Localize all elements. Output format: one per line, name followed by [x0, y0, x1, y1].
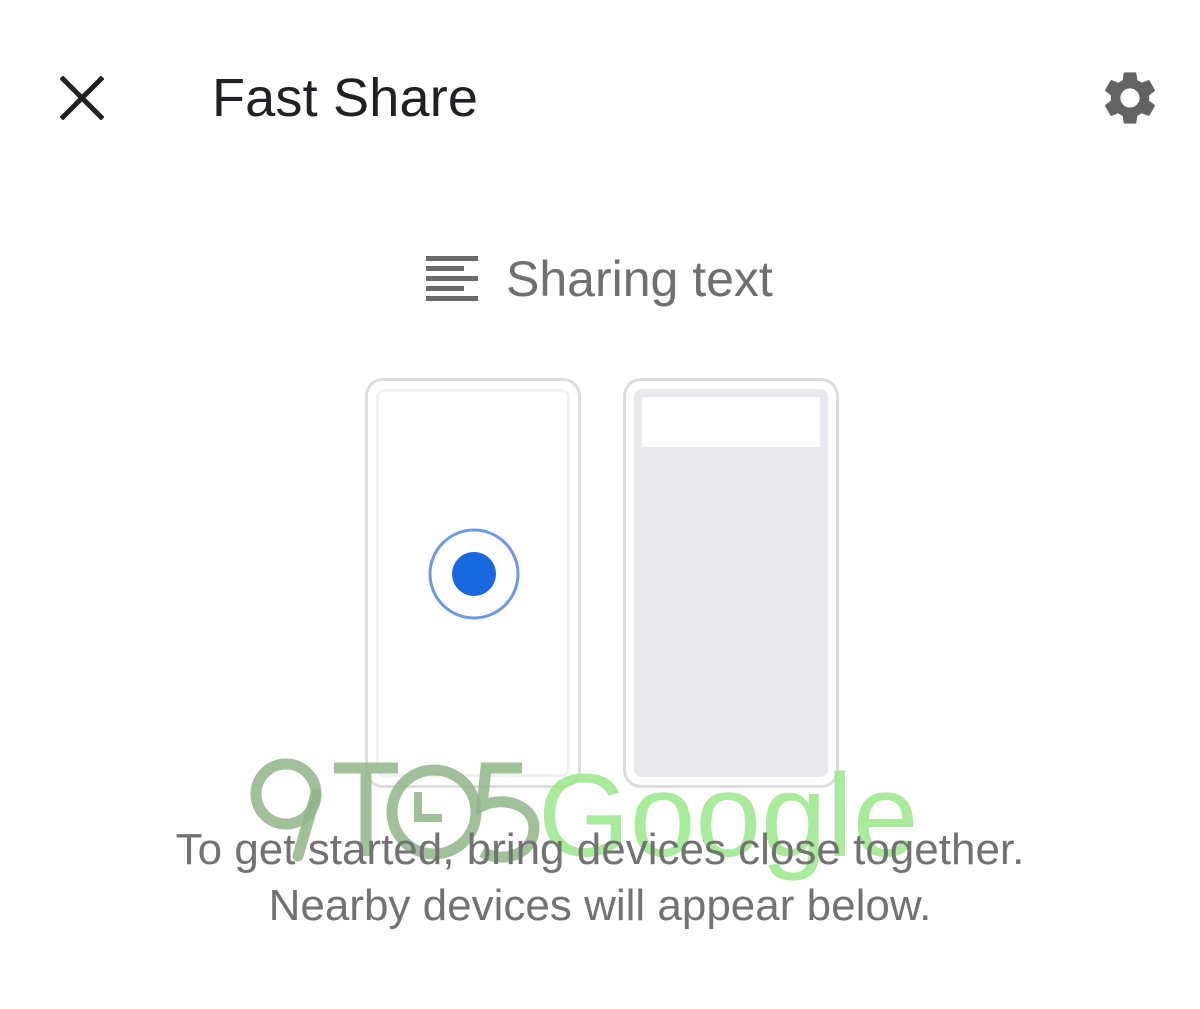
sharing-label: Sharing text [506, 251, 773, 307]
instructions-line-2: Nearby devices will appear below. [268, 881, 932, 930]
fast-share-screen: Fast Share Sharing text Google To get st… [0, 0, 1200, 1009]
sender-indicator-icon [428, 528, 520, 620]
instructions-line-1: To get started, bring devices close toge… [175, 825, 1025, 874]
receiver-phone-illustration [623, 378, 839, 788]
page-title: Fast Share [212, 68, 479, 128]
close-button[interactable] [46, 62, 118, 134]
receiver-notification-bar [642, 397, 820, 447]
text-lines-icon [426, 256, 478, 301]
gear-icon [1105, 72, 1155, 124]
receiver-phone-screen [634, 389, 828, 777]
close-icon [60, 76, 104, 120]
sharing-indicator: Sharing text [424, 246, 773, 312]
settings-button[interactable] [1092, 60, 1168, 136]
instructions: To get started, bring devices close toge… [0, 822, 1200, 934]
